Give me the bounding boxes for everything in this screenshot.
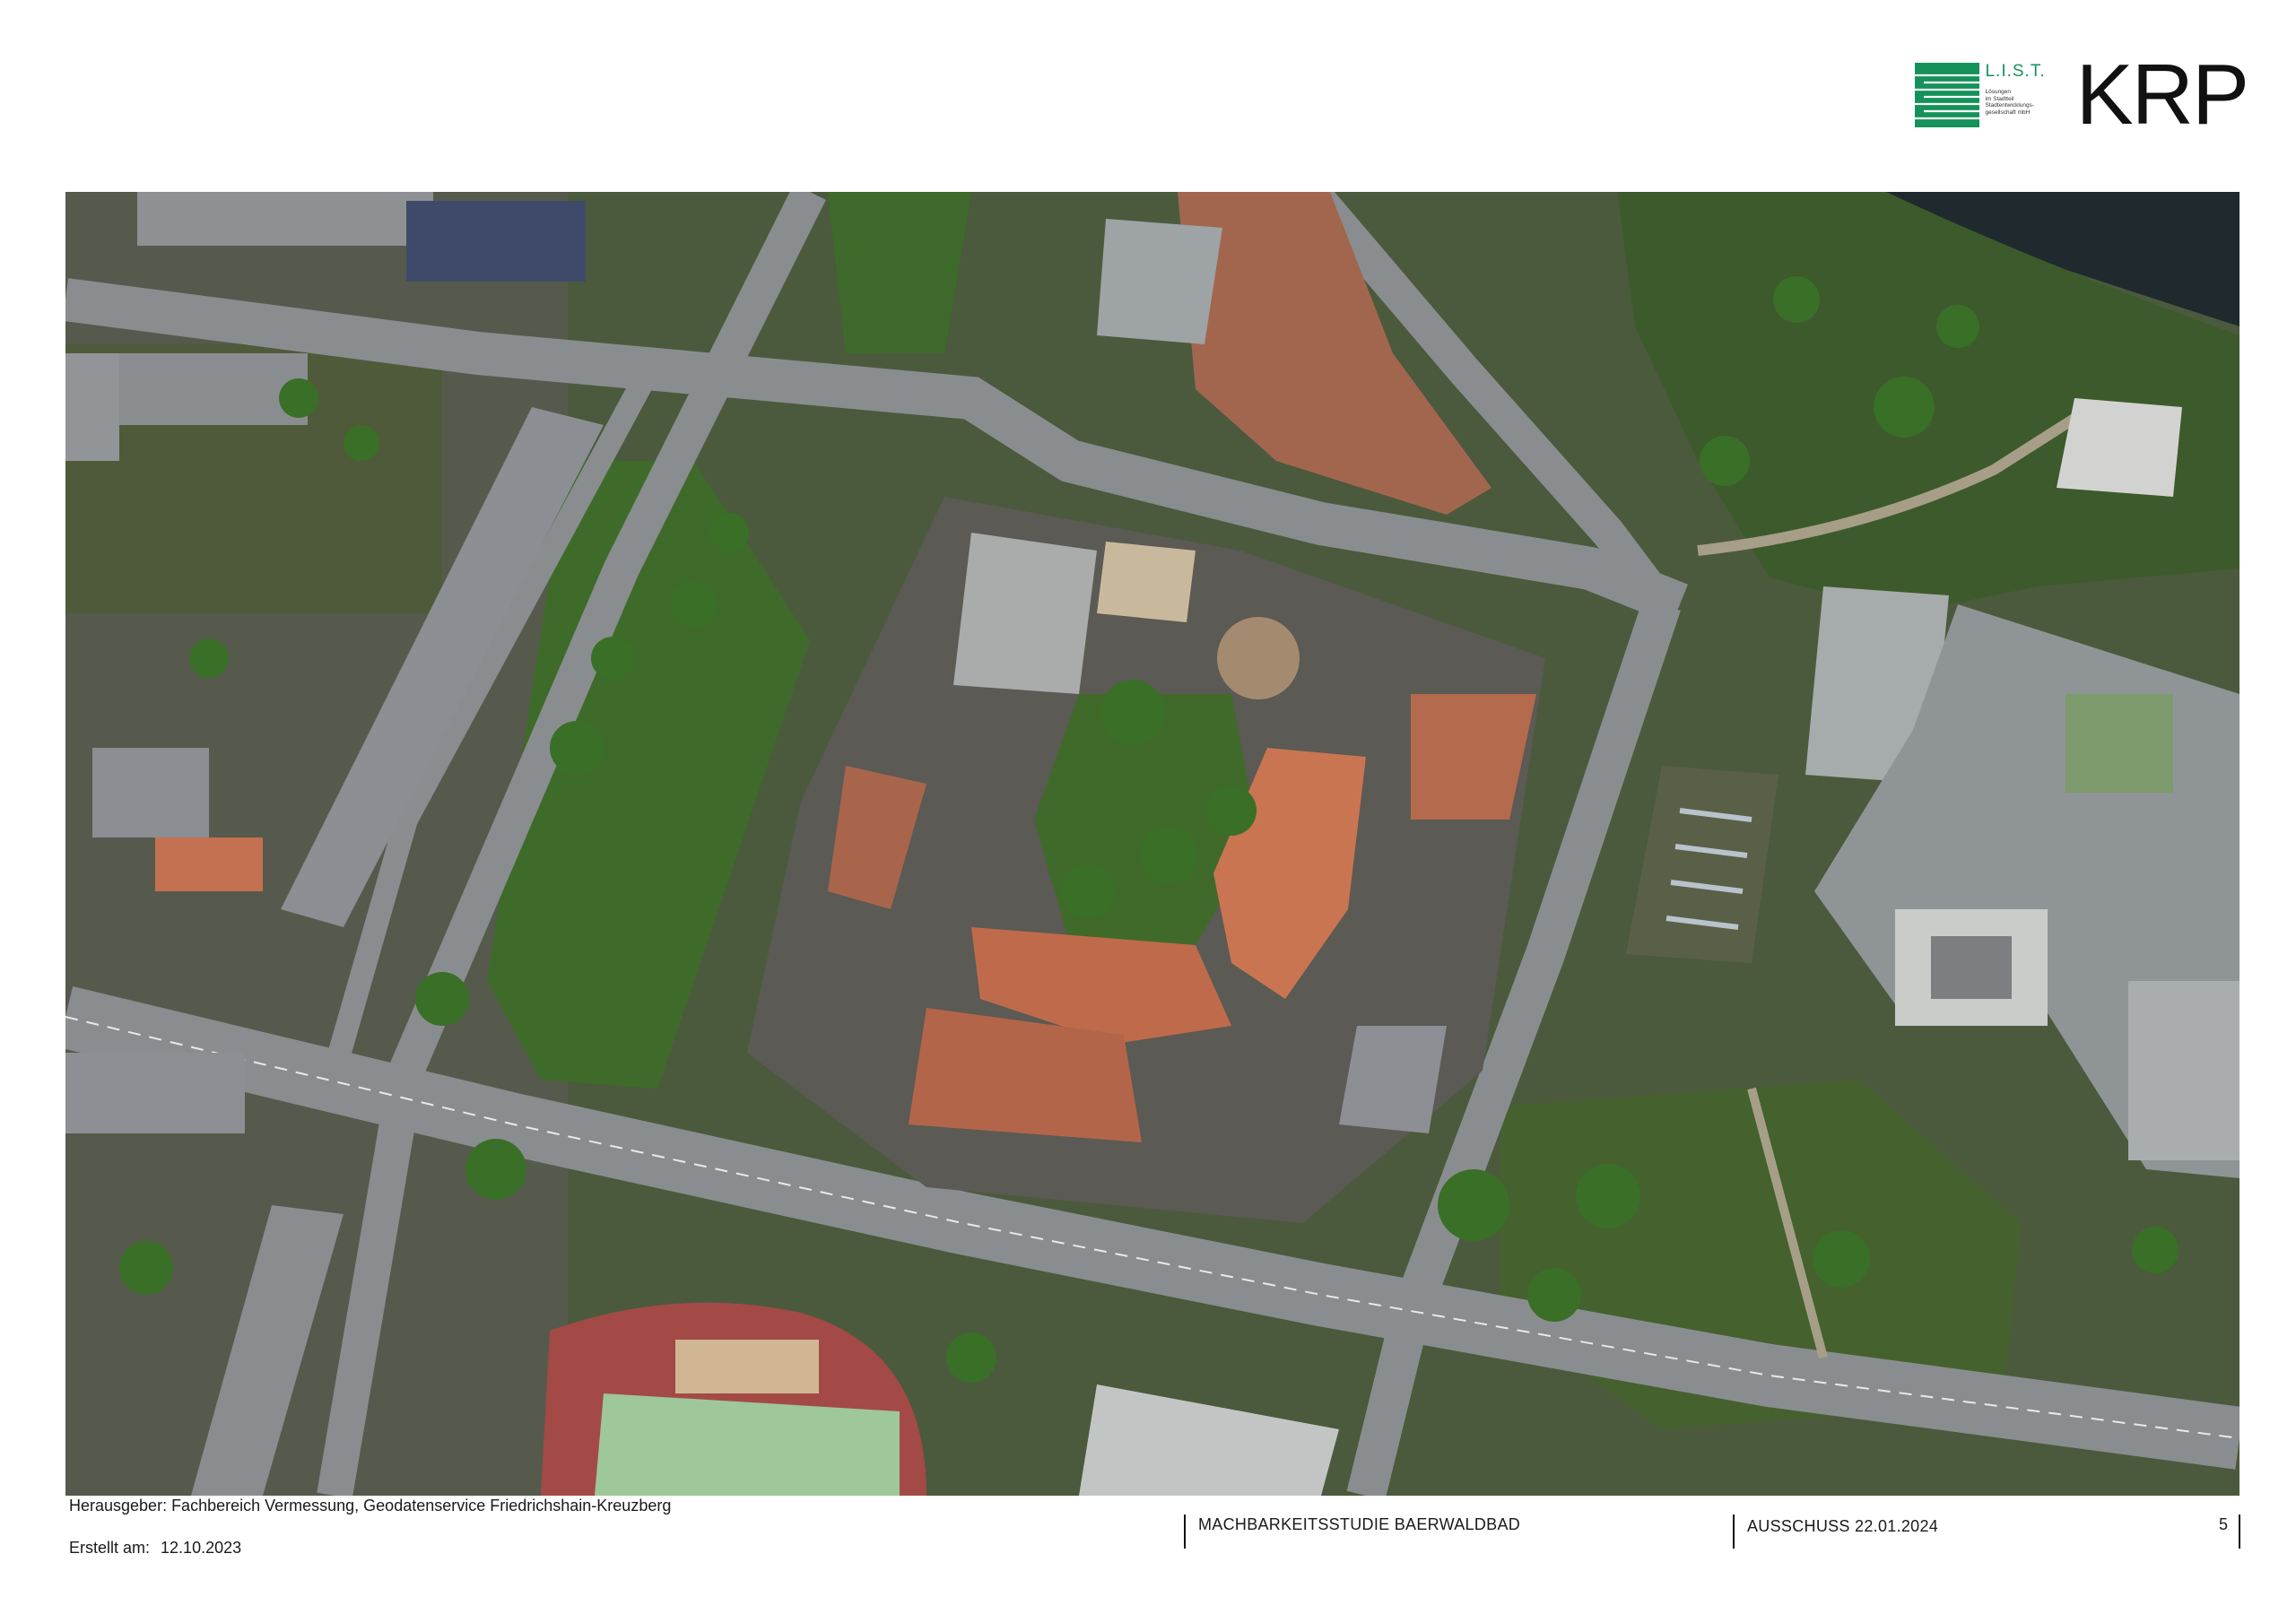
study-title: MACHBARKEITSSTUDIE BAERWALDBAD bbox=[1198, 1515, 1521, 1533]
created-label: Erstellt am: bbox=[69, 1539, 151, 1557]
list-logo-mark-icon bbox=[1915, 63, 1980, 127]
aerial-map bbox=[65, 192, 2239, 1496]
meeting-date: AUSSCHUSS 22.01.2024 bbox=[1747, 1517, 1939, 1535]
created-date: 12.10.2023 bbox=[161, 1539, 242, 1557]
created-date-line: Erstellt am: 12.10.2023 bbox=[69, 1539, 241, 1558]
krp-logo: KRP bbox=[2075, 47, 2249, 143]
header-logos: L.I.S.T. Lösungen im Stadtteil Stadtentw… bbox=[1915, 47, 2249, 143]
footer-divider bbox=[2239, 1515, 2240, 1549]
aerial-photo bbox=[65, 192, 2239, 1496]
list-logo-subtitle: Lösungen im Stadtteil Stadtentwicklungs-… bbox=[1985, 89, 2035, 116]
footer-divider bbox=[1184, 1515, 1186, 1549]
list-logo: L.I.S.T. Lösungen im Stadtteil Stadtentw… bbox=[1915, 63, 2045, 127]
list-logo-title: L.I.S.T. bbox=[1985, 62, 2046, 81]
publisher-text: Herausgeber: Fachbereich Vermessung, Geo… bbox=[69, 1497, 672, 1515]
footer-divider bbox=[1733, 1515, 1735, 1549]
page-number: 5 bbox=[2219, 1515, 2229, 1533]
